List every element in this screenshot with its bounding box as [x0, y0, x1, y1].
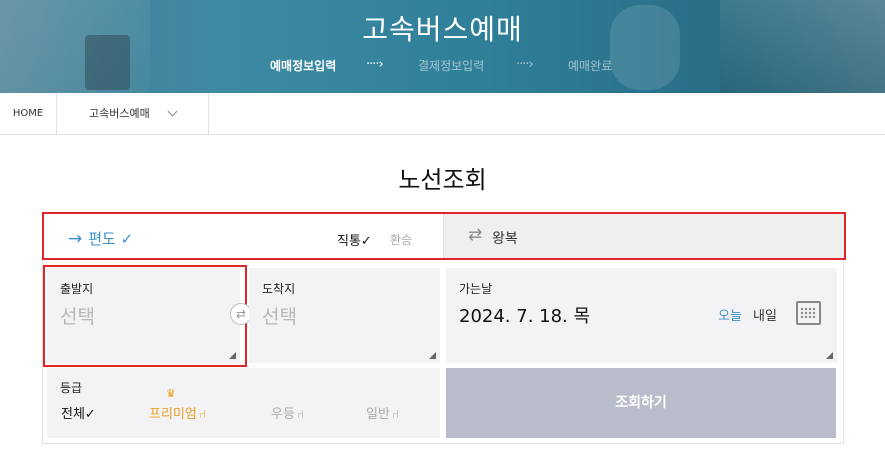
page-title: 노선조회 [398, 166, 487, 194]
roundtrip-label: 왕복 [492, 231, 518, 247]
departure-label: 출발지 [60, 282, 94, 296]
grade-all-option[interactable]: 전체✓ [61, 403, 96, 422]
grade-excellent-label: 우등 [271, 407, 295, 422]
arrival-field[interactable]: 도착지 선택 [249, 268, 440, 363]
seat-icon: ⑁ [391, 407, 400, 421]
seat-icon: ⑁ [296, 407, 305, 421]
check-icon: ✓ [120, 230, 134, 248]
progress-steps: 예매정보입력 ····› 결제정보입력 ····› 예매완료 [0, 57, 885, 75]
hero-title: 고속버스예매 [362, 13, 523, 46]
corner-triangle-icon [826, 352, 833, 359]
direct-label: 직통 [337, 234, 361, 249]
departure-field[interactable]: 출발지 선택 [47, 268, 240, 363]
step-complete: 예매완료 [568, 59, 613, 73]
grade-all-label: 전체 [61, 407, 85, 422]
today-button[interactable]: 오늘 [718, 305, 742, 324]
departure-value: 선택 [60, 306, 95, 328]
direct-route-option[interactable]: 직통✓ [337, 230, 372, 249]
calendar-icon[interactable] [796, 301, 821, 325]
corner-triangle-icon [229, 352, 236, 359]
arrival-label: 도착지 [262, 282, 296, 296]
grade-premium-label: 프리미엄 [149, 407, 197, 422]
check-icon: ✓ [84, 407, 96, 422]
grade-label: 등급 [60, 381, 83, 395]
grade-excellent-option[interactable]: 우등 ⑁ [271, 403, 304, 422]
trip-type-selector: → 편도 ✓ 직통✓ 환승 ⇄ 왕복 [42, 212, 846, 260]
breadcrumb: HOME 고속버스예매 [0, 93, 885, 135]
step-arrow-icon: ····› [516, 57, 534, 72]
tomorrow-button[interactable]: 내일 [753, 305, 777, 324]
swap-arrows-icon: ⇄ [468, 225, 483, 245]
oneway-label: 편도 [88, 230, 116, 248]
corner-triangle-icon [429, 352, 436, 359]
departure-date-field[interactable]: 가는날 2024. 7. 18. 목 오늘 내일 [446, 268, 837, 363]
breadcrumb-dropdown[interactable]: 고속버스예매 [57, 93, 209, 135]
roundtrip-tab[interactable]: ⇄ 왕복 [443, 214, 844, 258]
arrival-value: 선택 [262, 306, 297, 328]
grade-field: 등급 전체✓ ♛ 프리미엄 ⑁ 우등 ⑁ 일반 ⑁ [47, 368, 440, 438]
transfer-route-option[interactable]: 환승 [390, 231, 412, 248]
arrow-right-icon: → [68, 229, 83, 249]
hero-banner: 고속버스예매 예매정보입력 ····› 결제정보입력 ····› 예매완료 [0, 0, 885, 93]
step-booking-info: 예매정보입력 [270, 59, 337, 73]
search-button[interactable]: 조회하기 [446, 368, 836, 438]
step-payment-info: 결제정보입력 [418, 59, 485, 73]
grade-premium-option[interactable]: ♛ 프리미엄 ⑁ [149, 387, 207, 422]
oneway-tab[interactable]: → 편도 ✓ [68, 228, 133, 249]
breadcrumb-current-label: 고속버스예매 [89, 107, 150, 120]
crown-icon: ♛ [166, 387, 176, 400]
date-label: 가는날 [459, 282, 493, 296]
chevron-down-icon [167, 106, 178, 117]
grade-normal-label: 일반 [366, 407, 390, 422]
check-icon: ✓ [360, 234, 372, 249]
grade-normal-option[interactable]: 일반 ⑁ [366, 403, 399, 422]
seat-icon: ⑁ [198, 407, 207, 421]
step-arrow-icon: ····› [366, 57, 384, 72]
breadcrumb-home-link[interactable]: HOME [0, 93, 57, 135]
date-value: 2024. 7. 18. 목 [459, 306, 591, 327]
